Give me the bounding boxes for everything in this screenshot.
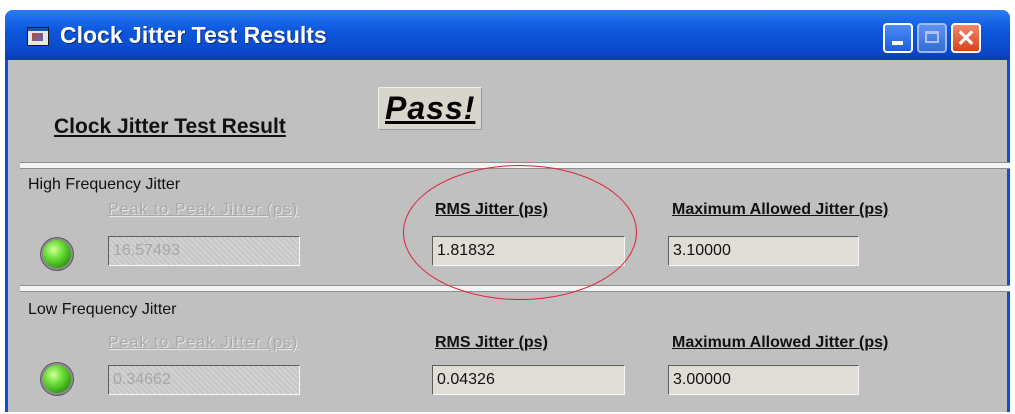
high-frequency-peak-field: 16.57493 <box>108 236 300 266</box>
high-frequency-rms-field[interactable]: 1.81832 <box>432 236 625 266</box>
high-frequency-peak-label: Peak to Peak Jitter (ps) <box>108 201 299 218</box>
high-frequency-section-label: High Frequency Jitter <box>28 176 181 193</box>
high-frequency-max-field[interactable]: 3.10000 <box>668 236 859 266</box>
low-frequency-peak-label: Peak to Peak Jitter (ps) <box>108 334 299 351</box>
window-title: Clock Jitter Test Results <box>60 22 327 48</box>
low-frequency-section-label: Low Frequency Jitter <box>28 301 177 318</box>
low-frequency-rms-field[interactable]: 0.04326 <box>432 365 625 395</box>
result-value: Pass! <box>378 87 483 130</box>
low-frequency-max-field[interactable]: 3.00000 <box>668 365 859 395</box>
section-divider <box>20 162 1010 169</box>
low-frequency-peak-field: 0.34662 <box>108 365 300 395</box>
result-label: Clock Jitter Test Result <box>54 115 286 138</box>
high-frequency-status-led-icon <box>43 240 71 268</box>
close-button[interactable]: ✕ <box>951 23 981 53</box>
low-frequency-status-led-icon <box>43 365 71 393</box>
title-bar[interactable]: Clock Jitter Test Results ✕ <box>5 10 1010 60</box>
high-frequency-rms-label: RMS Jitter (ps) <box>435 201 548 218</box>
close-icon: ✕ <box>956 25 976 51</box>
app-icon[interactable] <box>27 27 49 46</box>
maximize-button[interactable] <box>917 23 947 53</box>
high-frequency-max-label: Maximum Allowed Jitter (ps) <box>672 201 889 218</box>
minimize-button[interactable] <box>883 23 913 53</box>
low-frequency-max-label: Maximum Allowed Jitter (ps) <box>672 334 889 351</box>
section-divider <box>20 285 1010 292</box>
low-frequency-rms-label: RMS Jitter (ps) <box>435 334 548 351</box>
dialog-body: Clock Jitter Test Result Pass! High Freq… <box>8 60 1010 412</box>
window: Clock Jitter Test Results ✕ Clock Jitter… <box>5 10 1010 412</box>
